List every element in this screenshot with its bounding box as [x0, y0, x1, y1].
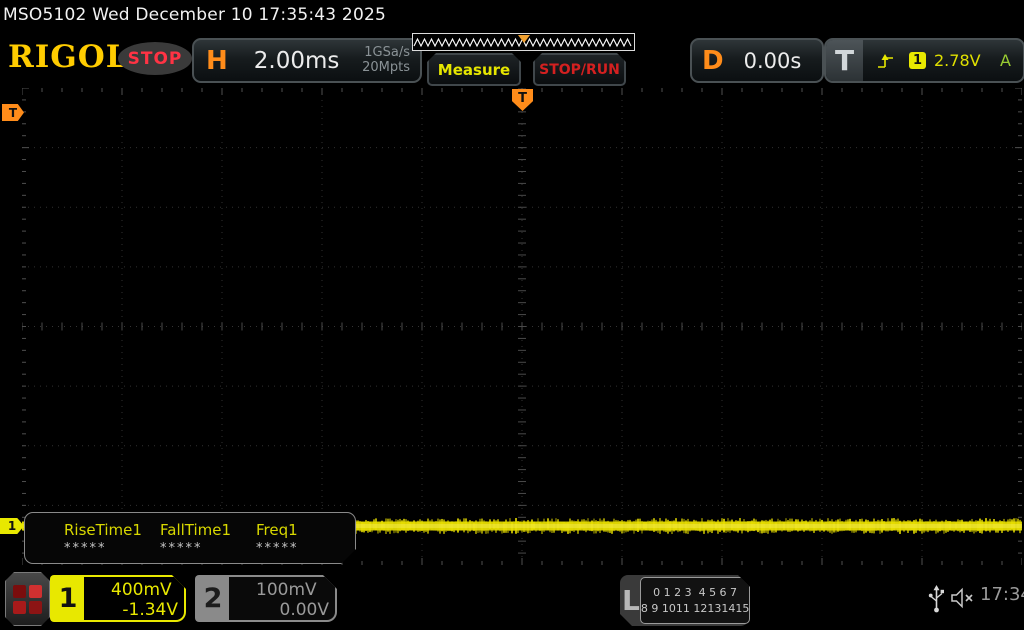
trigger-label: T — [835, 44, 854, 77]
channel2-number: 2 — [197, 577, 229, 620]
menu-button[interactable] — [5, 572, 50, 626]
trigger-mode: A — [1000, 51, 1011, 70]
speaker-mute-icon — [950, 587, 976, 609]
logic-row1: 0 1 2 3 4 5 6 7 — [653, 585, 737, 601]
rigol-logo: RIGOL — [8, 39, 129, 75]
header-bar: RIGOL STOP H 2.00ms 1GSa/s 20Mpts Measur… — [0, 31, 1024, 86]
channel1-status-box[interactable]: 1 400mV -1.34V — [50, 575, 186, 622]
logic-label: L — [622, 577, 640, 624]
channel2-scale: 100mV — [256, 580, 317, 600]
logic-row2: 8 9 1011 12131415 — [641, 601, 749, 617]
logic-analyzer-box[interactable]: L 0 1 2 3 4 5 6 78 9 1011 12131415 — [620, 575, 750, 626]
measurement-item: RiseTime1 ***** — [64, 521, 160, 556]
trigger-level-marker[interactable]: T — [2, 104, 24, 121]
horizontal-settings-block[interactable]: H 2.00ms 1GSa/s 20Mpts — [192, 38, 422, 83]
stop-run-button-label: STOP/RUN — [539, 62, 620, 78]
measurement-item: Freq1 ***** — [256, 521, 352, 556]
measurement-label: Freq1 — [256, 521, 352, 539]
channel1-offset-marker-label: 1 — [8, 519, 16, 533]
measurement-label: RiseTime1 — [64, 521, 160, 539]
trigger-position-pointer[interactable] — [518, 35, 530, 43]
delay-value: 0.00s — [744, 49, 802, 73]
trigger-source-badge: 1 — [909, 52, 926, 69]
bottom-bar: 1 400mV -1.34V 2 100mV 0.00V L 0 1 2 3 4… — [0, 570, 1024, 630]
measure-button-label: Measure — [438, 61, 510, 79]
trigger-tab: T — [826, 40, 863, 81]
sample-info: 1GSa/s 20Mpts — [362, 46, 410, 76]
memory-depth: 20Mpts — [362, 60, 410, 75]
device-title: MSO5102 Wed December 10 17:35:43 2025 — [3, 5, 386, 25]
measurement-panel[interactable]: RiseTime1 ***** FallTime1 ***** Freq1 **… — [24, 512, 356, 564]
rising-edge-trigger-icon — [877, 52, 897, 70]
graticule — [22, 88, 1022, 565]
run-state-label: STOP — [128, 49, 183, 69]
trigger-level-marker-label: T — [9, 106, 17, 120]
measurement-value: ***** — [64, 541, 160, 556]
channel2-values: 100mV 0.00V — [229, 577, 335, 620]
measurement-value: ***** — [256, 541, 352, 556]
trigger-block[interactable]: T 1 2.78V A — [824, 38, 1024, 83]
run-state-badge: STOP — [118, 42, 192, 75]
measurement-label: FallTime1 — [160, 521, 256, 539]
trigger-level-value: 2.78V — [934, 51, 981, 70]
grid-icon — [13, 585, 42, 614]
status-bar: MSO5102 Wed December 10 17:35:43 2025 — [0, 0, 1024, 31]
trigger-info: 1 2.78V A — [863, 40, 1023, 81]
channel1-values: 400mV -1.34V — [84, 577, 184, 620]
trigger-position-marker-label: T — [518, 91, 527, 106]
channel1-number: 1 — [52, 577, 84, 620]
delay-label: D — [702, 46, 724, 76]
channel1-offset: -1.34V — [90, 600, 178, 620]
waveform-position-bar[interactable] — [412, 33, 635, 51]
channel1-offset-marker[interactable]: 1 — [0, 518, 24, 534]
measure-button[interactable]: Measure — [427, 53, 521, 86]
logic-channels: 0 1 2 3 4 5 6 78 9 1011 12131415 — [640, 577, 750, 624]
channel2-offset: 0.00V — [235, 600, 329, 620]
stop-run-button[interactable]: STOP/RUN — [533, 53, 626, 86]
channel2-status-box[interactable]: 2 100mV 0.00V — [195, 575, 337, 622]
usb-icon — [928, 584, 945, 614]
trigger-source-number: 1 — [913, 53, 922, 68]
timebase-value: 2.00ms — [254, 48, 340, 74]
grid-and-trace — [22, 88, 1022, 565]
measurement-value: ***** — [160, 541, 256, 556]
measurement-item: FallTime1 ***** — [160, 521, 256, 556]
clock: 17:34 — [980, 584, 1024, 605]
delay-block[interactable]: D 0.00s — [690, 38, 824, 83]
sample-rate: 1GSa/s — [364, 45, 410, 60]
horizontal-label: H — [206, 46, 228, 76]
channel1-scale: 400mV — [111, 580, 172, 600]
